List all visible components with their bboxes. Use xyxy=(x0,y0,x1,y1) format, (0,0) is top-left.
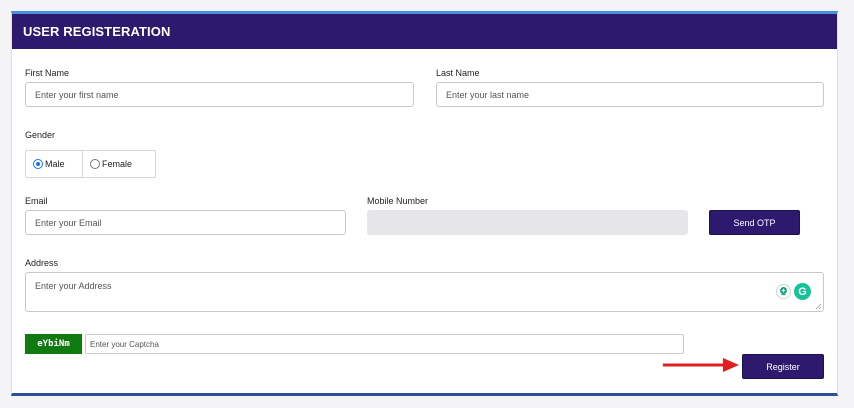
pin-plus-icon[interactable] xyxy=(776,284,791,299)
address-placeholder: Enter your Address xyxy=(35,281,112,291)
email-label: Email xyxy=(25,196,48,206)
gender-female-label: Female xyxy=(102,159,133,169)
resize-grip-icon[interactable] xyxy=(815,303,822,310)
first-name-input[interactable]: Enter your first name xyxy=(25,82,414,107)
mobile-label: Mobile Number xyxy=(367,196,429,206)
registration-card: USER REGISTERATION First Name Enter your… xyxy=(11,11,838,396)
captcha-input[interactable]: Enter your Captcha xyxy=(85,334,684,354)
gender-option-female[interactable]: Female xyxy=(83,151,132,177)
address-textarea[interactable]: Enter your Address G xyxy=(25,272,824,312)
textarea-extension-icons: G xyxy=(776,283,811,300)
mobile-input[interactable] xyxy=(367,210,688,235)
radio-male[interactable] xyxy=(33,159,43,169)
last-name-label: Last Name xyxy=(436,68,480,78)
first-name-label: First Name xyxy=(25,68,70,78)
last-name-input[interactable]: Enter your last name xyxy=(436,82,824,107)
gender-male-label: Male xyxy=(45,159,65,169)
gender-label: Gender xyxy=(25,130,56,140)
register-button[interactable]: Register xyxy=(742,354,824,379)
radio-female[interactable] xyxy=(90,159,100,169)
form-title: USER REGISTERATION xyxy=(23,24,171,39)
gender-option-male[interactable]: Male xyxy=(26,151,83,177)
gender-radio-group: Male Female xyxy=(25,150,156,178)
send-otp-button[interactable]: Send OTP xyxy=(709,210,800,235)
grammarly-icon[interactable]: G xyxy=(794,283,811,300)
email-input[interactable]: Enter your Email xyxy=(25,210,346,235)
address-label: Address xyxy=(25,258,59,268)
red-arrow-icon xyxy=(663,358,739,372)
card-header: USER REGISTERATION xyxy=(12,14,837,49)
captcha-code: eYbiNm xyxy=(25,334,82,354)
